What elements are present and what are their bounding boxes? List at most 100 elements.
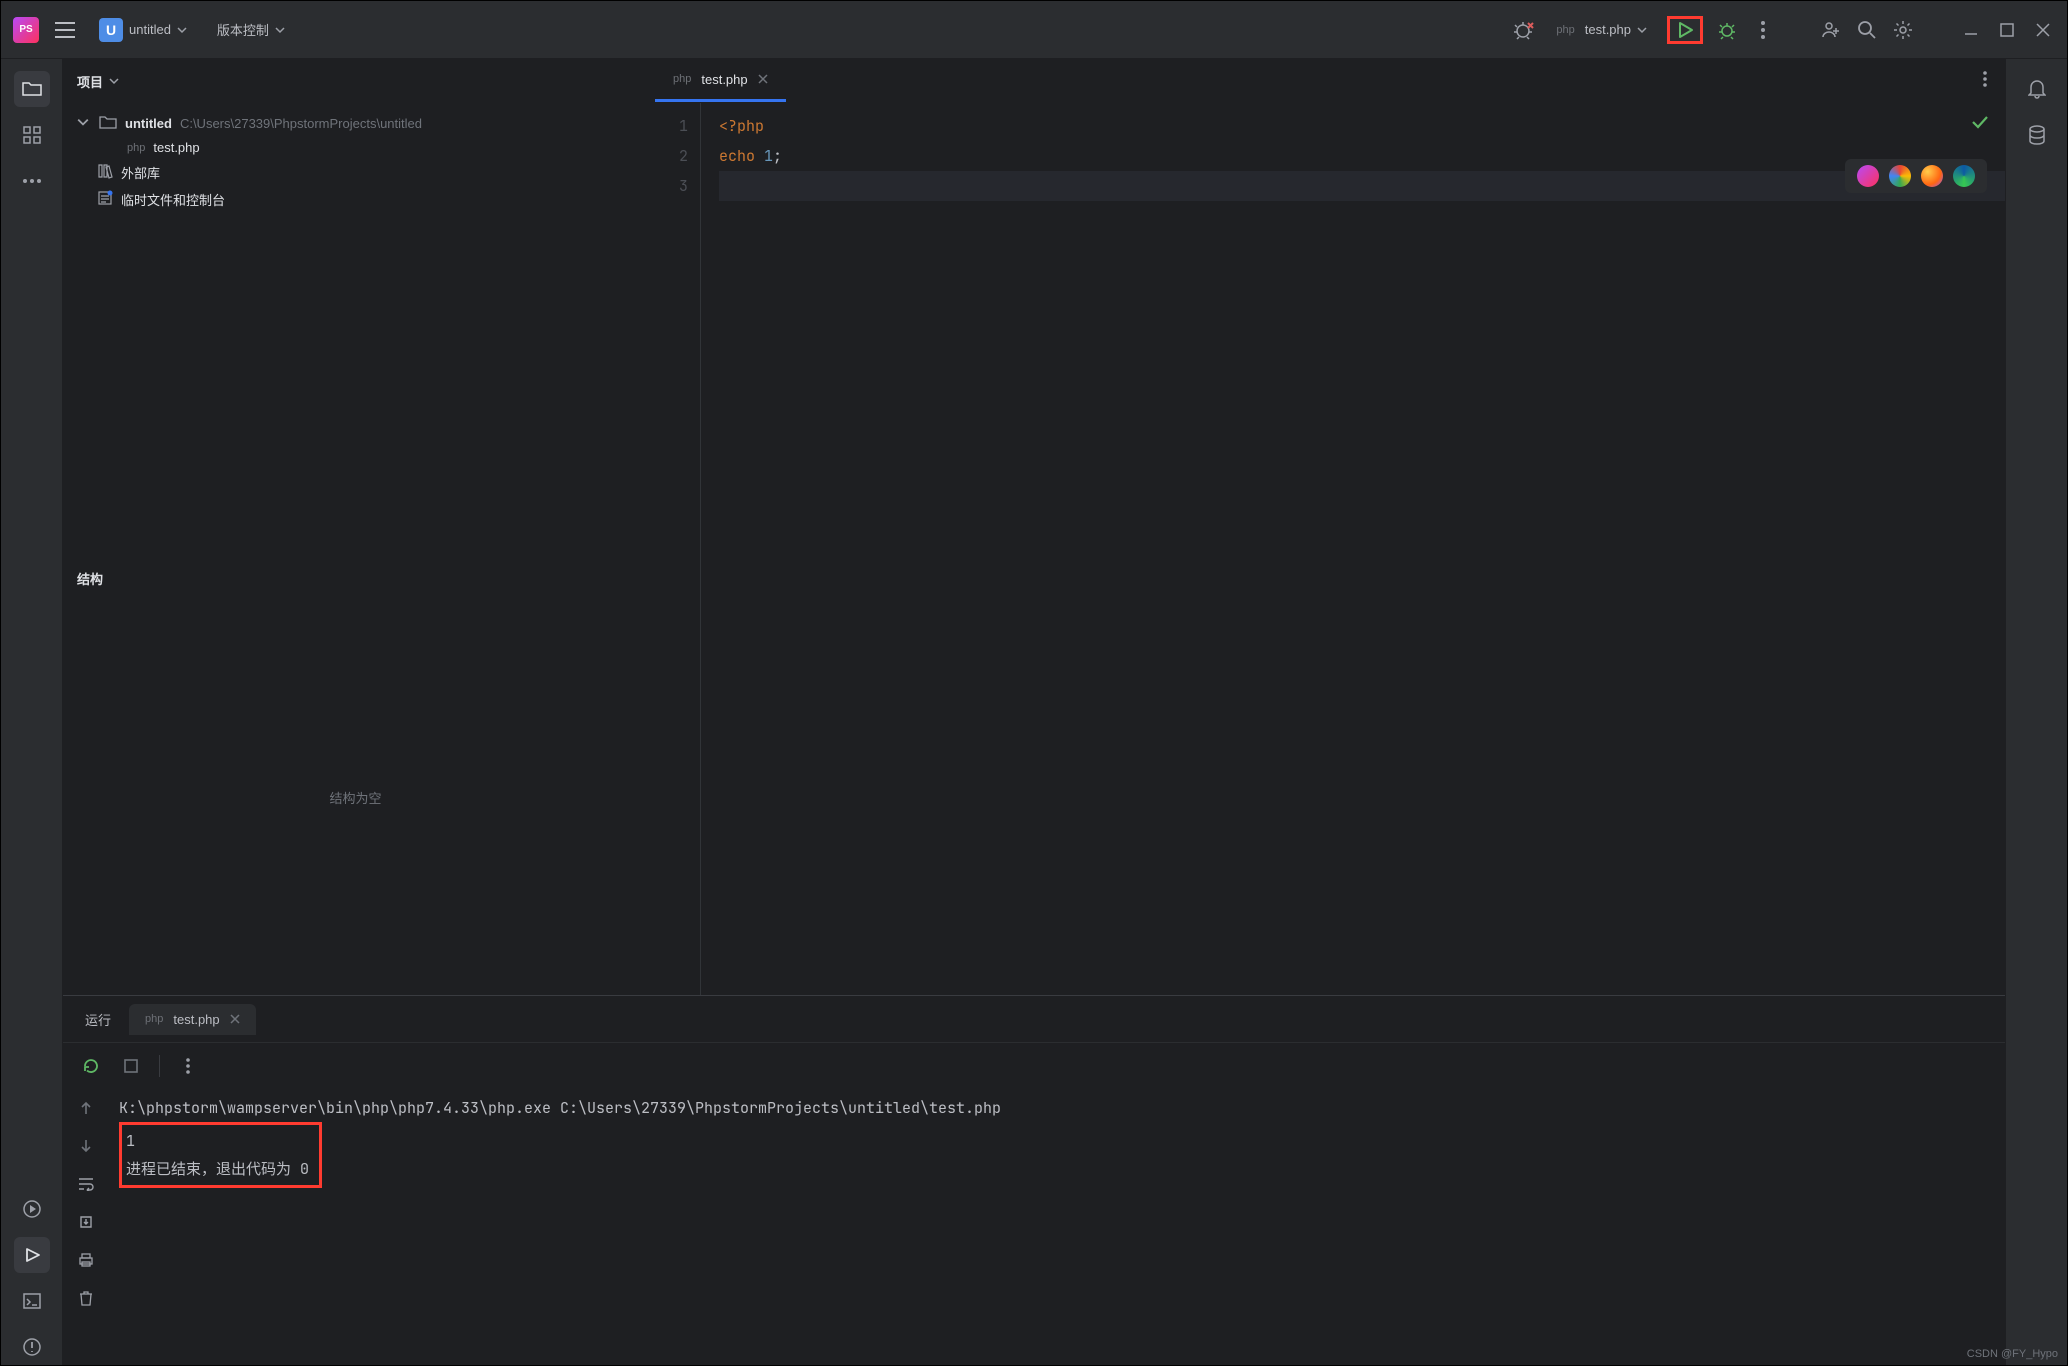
gear-icon[interactable] [1891, 18, 1915, 42]
tab-more-icon[interactable] [1965, 71, 2005, 90]
folder-icon [99, 115, 117, 132]
library-icon [97, 163, 113, 182]
tree-scratches[interactable]: 临时文件和控制台 [69, 186, 642, 213]
structure-tool-button[interactable] [14, 117, 50, 153]
run-tool-button[interactable] [14, 1237, 50, 1273]
tree-root-label: untitled [125, 116, 172, 131]
php-badge-icon: php [1556, 24, 1574, 36]
phpstorm-preview-icon[interactable] [1857, 165, 1879, 187]
title-bar: PS U untitled 版本控制 php test.php [1, 1, 2067, 59]
firefox-preview-icon[interactable] [1921, 165, 1943, 187]
structure-empty: 结构为空 [63, 600, 648, 995]
tree-file[interactable]: php test.php [69, 136, 642, 159]
inspection-ok-icon[interactable] [1971, 115, 1989, 132]
problems-tool-button[interactable] [14, 1329, 50, 1365]
structure-panel-header: 结构 [63, 556, 648, 600]
arrow-up-icon[interactable] [74, 1096, 98, 1120]
run-command-line: K:\phpstorm\wampserver\bin\php\php7.4.33… [119, 1094, 1995, 1122]
print-icon[interactable] [74, 1248, 98, 1272]
tree-root[interactable]: untitled C:\Users\27339\PhpstormProjects… [69, 111, 642, 136]
terminal-tool-button[interactable] [14, 1283, 50, 1319]
browser-preview-bar [1845, 159, 1987, 193]
line-number: 3 [649, 171, 688, 201]
hamburger-icon[interactable] [53, 18, 77, 42]
database-tool-button[interactable] [2019, 117, 2055, 153]
vcs-label: 版本控制 [217, 20, 269, 39]
line-number: 1 [649, 111, 688, 141]
close-icon[interactable] [2031, 18, 2055, 42]
output-highlighted: 1 进程已结束，退出代码为 0 [119, 1122, 322, 1188]
chevron-down-icon[interactable] [77, 116, 91, 131]
project-dropdown[interactable]: U untitled [91, 14, 195, 46]
close-tab-icon[interactable] [230, 1012, 240, 1027]
more-vert-icon[interactable] [176, 1054, 200, 1078]
run-panel-title: 运行 [75, 1010, 121, 1029]
bug-stop-icon[interactable] [1512, 18, 1536, 42]
maximize-icon[interactable] [1995, 18, 2019, 42]
soft-wrap-icon[interactable] [74, 1172, 98, 1196]
code-token: ; [773, 146, 782, 166]
code-token: 1 [764, 146, 773, 166]
more-tools-button[interactable] [14, 163, 50, 199]
scratches-icon [97, 190, 113, 209]
minimize-icon[interactable] [1959, 18, 1983, 42]
run-gutter [63, 1088, 109, 1365]
project-tree: untitled C:\Users\27339\PhpstormProjects… [63, 103, 648, 555]
left-tool-stripe [1, 59, 63, 1365]
edge-preview-icon[interactable] [1953, 165, 1975, 187]
run-config-dropdown[interactable]: php test.php [1548, 18, 1655, 41]
php-file-icon: php [673, 73, 691, 85]
code-token [755, 146, 764, 166]
exit-prefix: 进程已结束，退出代码为 [126, 1159, 300, 1179]
notifications-tool-button[interactable] [2019, 71, 2055, 107]
exit-line: 进程已结束，退出代码为 0 [126, 1155, 309, 1183]
more-vert-icon[interactable] [1751, 18, 1775, 42]
trash-icon[interactable] [74, 1286, 98, 1310]
gutter: 1 2 3 [649, 103, 701, 995]
run-panel: 运行 php test.php [63, 995, 2005, 1365]
project-tool-button[interactable] [14, 71, 50, 107]
close-tab-icon[interactable] [758, 72, 768, 87]
tree-file-label: test.php [153, 140, 199, 155]
run-tab[interactable]: php test.php [129, 1004, 256, 1035]
code-content[interactable]: <?php echo 1; [701, 103, 2005, 995]
chevron-down-icon [275, 25, 285, 35]
structure-panel-title: 结构 [77, 569, 103, 588]
run-button[interactable] [1667, 16, 1703, 44]
external-libs-label: 外部库 [121, 163, 160, 182]
code-token: <?php [719, 116, 764, 136]
chevron-down-icon [1637, 25, 1647, 35]
tree-root-path: C:\Users\27339\PhpstormProjects\untitled [180, 116, 422, 131]
code-token: echo [719, 146, 755, 166]
exit-code: 0 [300, 1159, 309, 1179]
debug-button[interactable] [1715, 18, 1739, 42]
stop-icon[interactable] [119, 1054, 143, 1078]
editor-tab[interactable]: php test.php [655, 59, 786, 102]
vcs-dropdown[interactable]: 版本控制 [209, 16, 293, 43]
chevron-down-icon [177, 25, 187, 35]
project-panel-title: 项目 [77, 72, 103, 91]
line-number: 2 [649, 141, 688, 171]
scratches-label: 临时文件和控制台 [121, 190, 225, 209]
structure-empty-label: 结构为空 [329, 788, 381, 807]
php-file-icon: php [145, 1013, 163, 1025]
arrow-down-icon[interactable] [74, 1134, 98, 1158]
scroll-to-end-icon[interactable] [74, 1210, 98, 1234]
editor-tabbar: php test.php [649, 59, 2005, 103]
run-tab-label: test.php [173, 1012, 219, 1027]
search-icon[interactable] [1855, 18, 1879, 42]
code-editor[interactable]: 1 2 3 <?php echo 1; [649, 103, 2005, 995]
chrome-preview-icon[interactable] [1889, 165, 1911, 187]
rerun-icon[interactable] [79, 1054, 103, 1078]
code-with-me-icon[interactable] [1819, 18, 1843, 42]
run-output[interactable]: K:\phpstorm\wampserver\bin\php\php7.4.33… [109, 1088, 2005, 1365]
tree-external-libs[interactable]: 外部库 [69, 159, 642, 186]
chevron-down-icon[interactable] [109, 76, 119, 86]
project-name: untitled [129, 22, 171, 37]
right-tool-stripe [2005, 59, 2067, 1365]
project-badge-icon: U [99, 18, 123, 42]
editor-tab-label: test.php [701, 72, 747, 87]
services-tool-button[interactable] [14, 1191, 50, 1227]
php-file-icon: php [127, 142, 145, 154]
project-panel-header: 项目 [63, 59, 648, 103]
